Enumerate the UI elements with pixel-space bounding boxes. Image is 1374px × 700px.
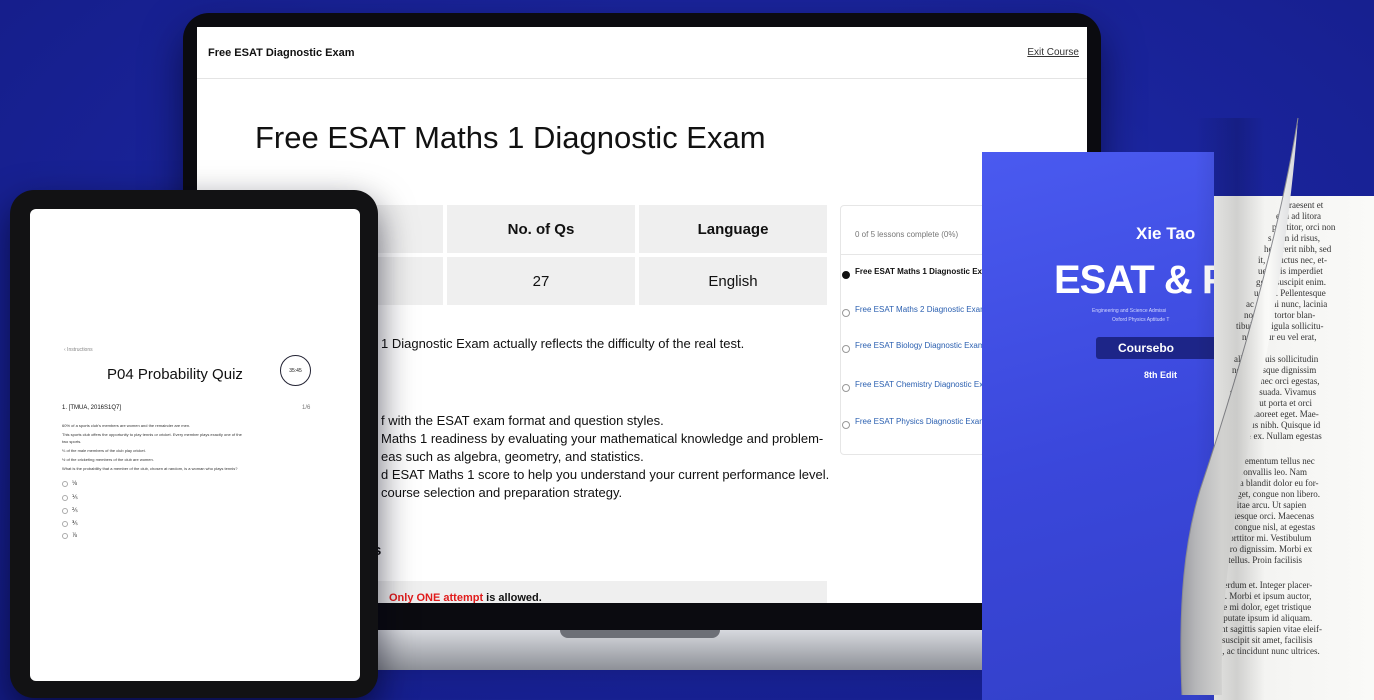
question-line: ½ of the cricketing members of the club … — [62, 457, 154, 462]
question-line: ⅔ of the male members of the club play c… — [62, 448, 146, 453]
page-curl-shadow — [1195, 118, 1265, 700]
answer-option-label: ⅛ — [72, 481, 78, 487]
bullet-5: course selection and preparation strateg… — [381, 485, 623, 500]
attempt-rule-text: is allowed. — [483, 592, 542, 603]
info-value-questions: 27 — [447, 257, 635, 305]
info-header-questions: No. of Qs — [447, 205, 635, 253]
lessons-divider — [841, 254, 999, 255]
tablet-screen: ‹ Instructions P04 Probability Quiz 35:4… — [30, 209, 360, 681]
answer-option[interactable]: ⅛ — [62, 481, 77, 487]
lesson-label: Free ESAT Maths 1 Diagnostic Exam — [855, 267, 994, 276]
lesson-status-icon — [842, 309, 850, 317]
lesson-label: Free ESAT Biology Diagnostic Exam — [855, 341, 985, 350]
radio-icon — [62, 481, 68, 487]
question-counter: 1/6 — [302, 405, 311, 411]
lesson-item-chemistry[interactable]: Free ESAT Chemistry Diagnostic Exam — [842, 380, 995, 392]
radio-icon — [62, 520, 68, 527]
answer-option[interactable]: ⅞ — [62, 533, 77, 539]
bullet-2: Maths 1 readiness by evaluating your mat… — [381, 431, 824, 446]
answer-option[interactable]: ⅖ — [62, 507, 78, 514]
answer-option[interactable]: ⅕ — [62, 494, 78, 501]
question-line: What is the probability that a member of… — [62, 466, 238, 471]
question-header: 1. [TMUA, 2016S1Q7] — [62, 405, 122, 411]
lesson-label: Free ESAT Physics Diagnostic Exam — [855, 417, 986, 426]
question-line: two sports. — [62, 439, 82, 444]
lesson-item-maths-2[interactable]: Free ESAT Maths 2 Diagnostic Exam — [842, 305, 995, 317]
bullet-3: eas such as algebra, geometry, and stati… — [381, 449, 644, 464]
question-line: This sports club offers the opportunity … — [62, 432, 242, 437]
lesson-status-icon — [842, 345, 850, 353]
radio-icon — [62, 507, 68, 514]
book-subtitle: Engineering and Science Admissi — [1092, 308, 1167, 314]
quiz-title: P04 Probability Quiz — [107, 366, 243, 383]
lesson-status-icon — [842, 421, 850, 429]
exit-course-link[interactable]: Exit Course — [1027, 47, 1079, 58]
lesson-status-icon — [842, 271, 850, 279]
laptop-base-notch — [560, 630, 720, 638]
lesson-item-biology[interactable]: Free ESAT Biology Diagnostic Exam — [842, 341, 995, 353]
course-header: Free ESAT Diagnostic Exam Exit Course — [197, 27, 1087, 79]
answer-option[interactable]: ⅗ — [62, 520, 78, 527]
info-header-language: Language — [639, 205, 827, 253]
course-title: Free ESAT Diagnostic Exam — [208, 47, 355, 59]
bullet-1: f with the ESAT exam format and question… — [381, 413, 664, 428]
bullet-4: d ESAT Maths 1 score to help you underst… — [381, 467, 830, 482]
lesson-status-icon — [842, 384, 850, 392]
exam-description: 1 Diagnostic Exam actually reflects the … — [381, 336, 745, 351]
lesson-item-physics[interactable]: Free ESAT Physics Diagnostic Exam — [842, 417, 995, 429]
answer-option-label: ⅞ — [72, 533, 78, 539]
back-link[interactable]: ‹ Instructions — [64, 347, 93, 353]
answer-option-label: ⅕ — [72, 495, 78, 501]
lesson-item-maths-1[interactable]: Free ESAT Maths 1 Diagnostic Exam — [842, 267, 995, 279]
attempt-rule: Only ONE attempt is allowed. — [389, 592, 542, 603]
lesson-label: Free ESAT Maths 2 Diagnostic Exam — [855, 305, 987, 314]
info-value-language: English — [639, 257, 827, 305]
radio-icon — [62, 494, 68, 501]
page-title: Free ESAT Maths 1 Diagnostic Exam — [255, 120, 766, 155]
radio-icon — [62, 533, 68, 539]
attempt-rule-highlight: Only ONE attempt — [389, 592, 484, 603]
answer-option-label: ⅗ — [72, 521, 78, 527]
question-line: 60% of a sports club's members are women… — [62, 423, 191, 428]
answer-option-label: ⅖ — [72, 508, 78, 514]
quiz-timer: 35:45 — [280, 355, 311, 386]
lessons-progress: 0 of 5 lessons complete (0%) — [855, 230, 959, 239]
lesson-label: Free ESAT Chemistry Diagnostic Exam — [855, 380, 995, 389]
